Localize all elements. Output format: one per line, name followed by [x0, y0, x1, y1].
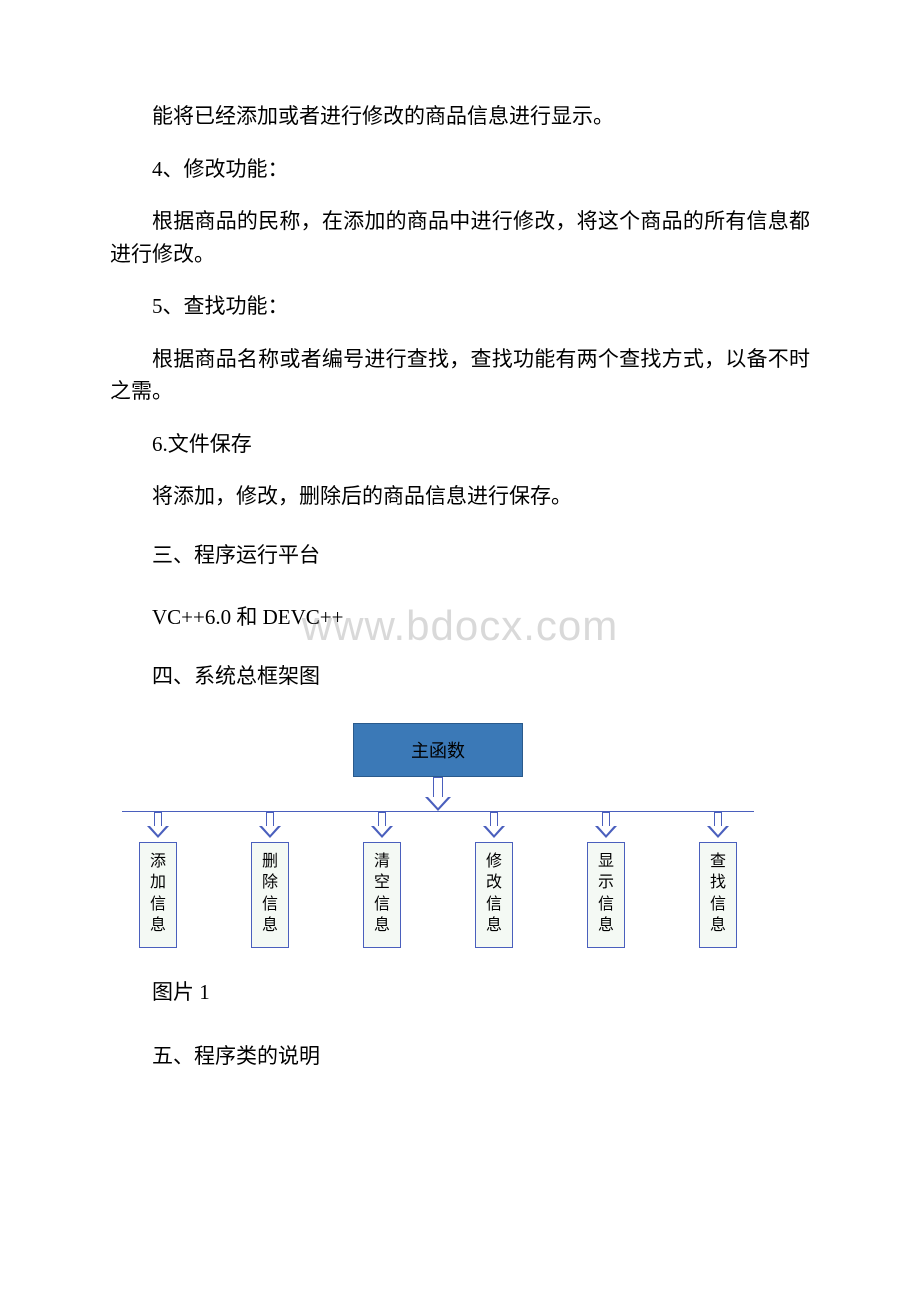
diagram-branch: 修 改 信 息 [464, 812, 524, 948]
leaf-char: 信 [150, 894, 166, 916]
heading-filesave: 6.文件保存 [110, 428, 810, 461]
leaf-char: 示 [598, 872, 614, 894]
arrow-down-icon [147, 812, 169, 840]
arrow-down-icon [425, 777, 451, 811]
leaf-char: 空 [374, 872, 390, 894]
leaf-char: 删 [262, 851, 278, 873]
diagram-branches: 添 加 信 息 删 除 信 息 清 空 [118, 812, 758, 948]
arrow-down-icon [595, 812, 617, 840]
section-5-heading: 五、程序类的说明 [110, 1040, 810, 1073]
leaf-char: 找 [710, 872, 726, 894]
leaf-char: 息 [374, 915, 390, 937]
leaf-char: 查 [710, 851, 726, 873]
paragraph-platform: VC++6.0 和 DEVC++ [110, 601, 810, 634]
leaf-char: 息 [710, 915, 726, 937]
leaf-char: 清 [374, 851, 390, 873]
diagram-branch: 添 加 信 息 [128, 812, 188, 948]
section-4-heading: 四、系统总框架图 [110, 660, 810, 693]
figure-caption: 图片 1 [110, 976, 810, 1006]
leaf-char: 信 [486, 894, 502, 916]
paragraph-display-desc: 能将已经添加或者进行修改的商品信息进行显示。 [110, 100, 810, 133]
diagram-leaf-clear: 清 空 信 息 [363, 842, 401, 948]
leaf-char: 改 [486, 872, 502, 894]
document-page: 能将已经添加或者进行修改的商品信息进行显示。 4、修改功能： 根据商品的民称，在… [0, 0, 920, 1162]
leaf-char: 加 [150, 872, 166, 894]
paragraph-filesave-desc: 将添加，修改，删除后的商品信息进行保存。 [110, 480, 810, 513]
diagram-leaf-show: 显 示 信 息 [587, 842, 625, 948]
leaf-char: 信 [374, 894, 390, 916]
diagram-branch: 显 示 信 息 [576, 812, 636, 948]
leaf-char: 息 [486, 915, 502, 937]
section-3-heading: 三、程序运行平台 [110, 539, 810, 572]
diagram-leaf-delete: 删 除 信 息 [251, 842, 289, 948]
leaf-char: 信 [262, 894, 278, 916]
arrow-down-icon [259, 812, 281, 840]
leaf-char: 息 [150, 915, 166, 937]
paragraph-modify-desc: 根据商品的民称，在添加的商品中进行修改，将这个商品的所有信息都进行修改。 [110, 205, 810, 270]
arrow-down-icon [483, 812, 505, 840]
leaf-char: 息 [262, 915, 278, 937]
leaf-char: 除 [262, 872, 278, 894]
leaf-char: 信 [598, 894, 614, 916]
leaf-char: 信 [710, 894, 726, 916]
heading-search: 5、查找功能： [110, 290, 810, 323]
paragraph-search-desc: 根据商品名称或者编号进行查找，查找功能有两个查找方式，以备不时之需。 [110, 343, 810, 408]
leaf-char: 显 [598, 851, 614, 873]
diagram-branch: 删 除 信 息 [240, 812, 300, 948]
diagram-branch: 清 空 信 息 [352, 812, 412, 948]
arrow-down-icon [371, 812, 393, 840]
diagram-branch: 查 找 信 息 [688, 812, 748, 948]
diagram-leaf-modify: 修 改 信 息 [475, 842, 513, 948]
diagram-root-box: 主函数 [353, 723, 523, 777]
arrow-down-icon [707, 812, 729, 840]
heading-modify: 4、修改功能： [110, 153, 810, 186]
leaf-char: 修 [486, 851, 502, 873]
leaf-char: 添 [150, 851, 166, 873]
diagram-leaf-add: 添 加 信 息 [139, 842, 177, 948]
diagram-leaf-search: 查 找 信 息 [699, 842, 737, 948]
architecture-diagram: 主函数 添 加 信 息 删 除 信 息 [118, 723, 758, 948]
leaf-char: 息 [598, 915, 614, 937]
